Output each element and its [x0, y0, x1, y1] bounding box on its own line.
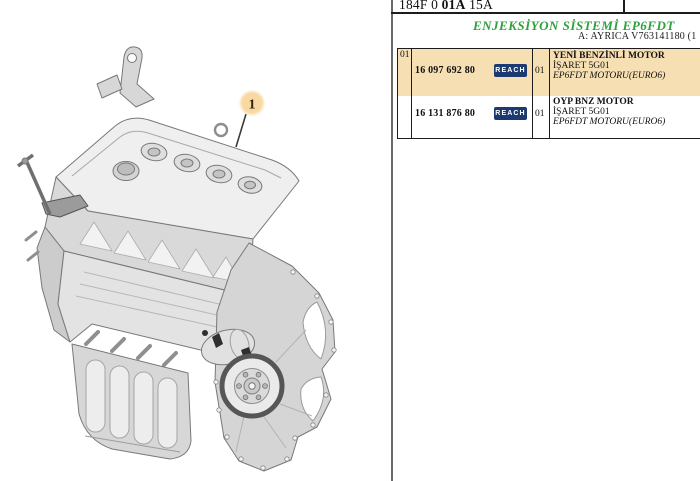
reach-badge[interactable]: REACH [494, 107, 527, 120]
row-ref: 01 [400, 50, 410, 60]
page-code-bold: 01A [442, 0, 466, 12]
table-column-line [411, 49, 413, 138]
description-line: İŞARET 5G01 [553, 61, 665, 71]
description-line: EP6FDT MOTORU(EURO6) [553, 117, 665, 127]
parts-catalog-page: 1 184F 0 01A 15A ENJEKSİYON SİSTEMİ EP6F… [0, 0, 700, 481]
row-description: OYP BNZ MOTOR İŞARET 5G01 EP6FDT MOTORU(… [553, 97, 665, 127]
lifting-bracket-detail [97, 47, 154, 107]
row-quantity: 01 [535, 109, 545, 119]
page-code: 184F 0 01A 15A [399, 0, 493, 13]
section-note: A: AYRICA V763141180 (1 [578, 31, 696, 42]
engine-illustration: 1 [0, 0, 391, 481]
reach-badge[interactable]: REACH [494, 64, 527, 77]
description-line: EP6FDT MOTORU(EURO6) [553, 71, 665, 81]
table-column-line [549, 49, 551, 138]
callout-1[interactable]: 1 [239, 90, 266, 117]
row-quantity: 01 [535, 66, 545, 76]
description-line: YENİ BENZİNLİ MOTOR [553, 51, 665, 61]
table-column-line [532, 49, 534, 138]
page-code-prefix: 184F 0 [399, 0, 442, 12]
oil-pan-detail [72, 344, 191, 459]
panel-divider [391, 0, 393, 481]
row-description: YENİ BENZİNLİ MOTOR İŞARET 5G01 EP6FDT M… [553, 51, 665, 81]
callout-leader-line [236, 114, 246, 147]
flywheel-detail [222, 356, 282, 416]
description-line: İŞARET 5G01 [553, 107, 665, 117]
description-line: OYP BNZ MOTOR [553, 97, 665, 107]
callout-number: 1 [249, 98, 256, 113]
page-code-suffix: 15A [466, 0, 493, 12]
header-cell-divider [623, 0, 625, 12]
part-number: 16 131 876 80 [415, 108, 475, 119]
part-number: 16 097 692 80 [415, 65, 475, 76]
parts-table: 01 16 097 692 80 REACH 01 YENİ BENZİNLİ … [397, 48, 700, 139]
